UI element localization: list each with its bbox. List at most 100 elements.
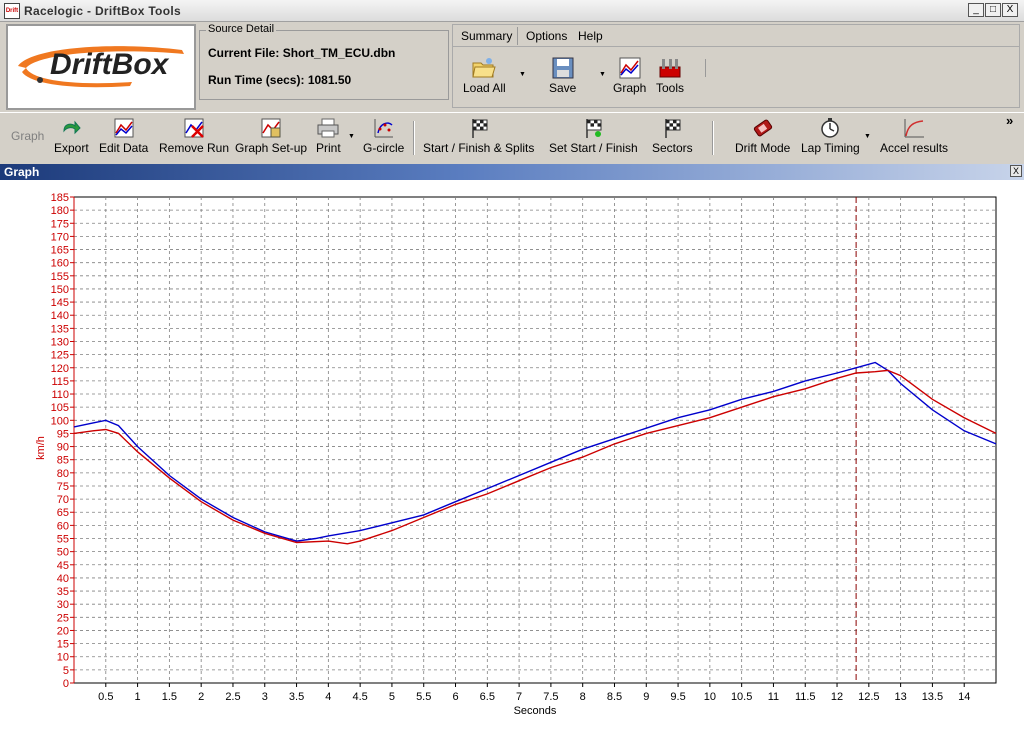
y-tick-label: 30 — [57, 599, 69, 611]
source-detail-group: Source Detail Current File: Short_TM_ECU… — [199, 23, 449, 100]
drift-car-icon — [753, 119, 772, 137]
y-tick-label: 170 — [51, 231, 69, 243]
lap-timing-button[interactable]: Lap Timing — [801, 117, 860, 155]
run-time-row: Run Time (secs): 1081.50 — [208, 73, 351, 87]
floppy-icon — [552, 57, 574, 79]
menu-bar: Summary Options Help — [453, 25, 1019, 47]
graph-icon — [619, 57, 641, 79]
y-tick-label: 65 — [57, 507, 69, 519]
y-tick-label: 0 — [63, 678, 69, 690]
g-circle-button[interactable]: G-circle — [363, 117, 404, 155]
y-tick-label: 70 — [57, 494, 69, 506]
y-tick-label: 35 — [57, 586, 69, 598]
x-tick-label: 8 — [580, 691, 586, 703]
y-tick-label: 145 — [51, 297, 69, 309]
y-tick-label: 15 — [57, 639, 69, 651]
y-tick-label: 45 — [57, 560, 69, 572]
x-tick-label: 9 — [643, 691, 649, 703]
save-dropdown-icon[interactable]: ▼ — [599, 71, 606, 78]
y-tick-label: 160 — [51, 258, 69, 270]
y-tick-label: 20 — [57, 625, 69, 637]
tools-icon — [659, 59, 681, 78]
checkered-flag-icon — [471, 119, 488, 138]
current-file-value: Short_TM_ECU.dbn — [282, 46, 396, 60]
y-tick-label: 100 — [51, 415, 69, 427]
y-tick-label: 105 — [51, 402, 69, 414]
x-tick-label: 13.5 — [922, 691, 943, 703]
x-tick-label: 2.5 — [225, 691, 240, 703]
drift-mode-label: Drift Mode — [735, 141, 791, 155]
x-tick-label: 8.5 — [607, 691, 622, 703]
start-finish-splits-button[interactable]: Start / Finish & Splits — [423, 117, 534, 155]
graph-toolbar: Graph Export Edit Data Remove Run Graph … — [0, 112, 1024, 162]
source-detail-legend: Source Detail — [206, 23, 277, 35]
y-tick-label: 55 — [57, 534, 69, 546]
print-dropdown-icon[interactable]: ▼ — [348, 133, 355, 140]
toolbar-group-label: Graph — [11, 129, 45, 143]
load-all-label: Load All — [463, 81, 506, 95]
stopwatch-icon — [821, 118, 840, 138]
graph-panel-header: Graph X — [0, 164, 1024, 180]
y-tick-label: 185 — [51, 192, 69, 204]
x-tick-label: 0.5 — [98, 691, 113, 703]
checkered-flag-icon — [665, 119, 681, 138]
g-circle-label: G-circle — [363, 141, 405, 155]
x-tick-label: 2 — [198, 691, 204, 703]
x-tick-label: 7 — [516, 691, 522, 703]
y-tick-label: 40 — [57, 573, 69, 585]
graph-panel-close-button[interactable]: X — [1010, 165, 1022, 177]
load-all-dropdown-icon[interactable]: ▼ — [519, 71, 526, 78]
remove-run-button[interactable]: Remove Run — [159, 117, 229, 155]
menu-help[interactable]: Help — [578, 29, 603, 43]
x-tick-label: 4 — [325, 691, 331, 703]
edit-data-icon — [114, 118, 134, 138]
edit-data-button[interactable]: Edit Data — [99, 117, 148, 155]
export-label: Export — [54, 141, 89, 155]
y-tick-label: 80 — [57, 468, 69, 480]
y-tick-label: 90 — [57, 442, 69, 454]
minimize-button[interactable]: _ — [968, 3, 984, 17]
print-button[interactable]: Print — [316, 117, 341, 155]
menu-summary[interactable]: Summary — [461, 29, 512, 43]
tools-button[interactable]: Tools — [656, 55, 684, 95]
y-tick-label: 125 — [51, 350, 69, 362]
folder-icon — [472, 58, 497, 78]
x-tick-label: 10 — [704, 691, 716, 703]
run-time-value: 1081.50 — [307, 73, 352, 87]
x-tick-label: 5 — [389, 691, 395, 703]
accel-results-button[interactable]: Accel results — [880, 117, 948, 155]
edit-data-label: Edit Data — [99, 141, 149, 155]
speed-chart[interactable]: 0510152025303540455055606570758085909510… — [0, 180, 1024, 730]
export-button[interactable]: Export — [54, 117, 89, 155]
graph-setup-icon — [261, 118, 281, 138]
close-button[interactable]: X — [1002, 3, 1018, 17]
graph-button[interactable]: Graph — [613, 55, 646, 95]
graph-setup-label: Graph Set-up — [235, 141, 308, 155]
graph-setup-button[interactable]: Graph Set-up — [235, 117, 307, 155]
graph-label: Graph — [613, 81, 647, 95]
maximize-button[interactable]: □ — [985, 3, 1001, 17]
sectors-button[interactable]: Sectors — [652, 117, 693, 155]
toolbar-overflow-button[interactable]: » — [1006, 113, 1013, 128]
lap-timing-dropdown-icon[interactable]: ▼ — [864, 133, 871, 140]
x-tick-label: 9.5 — [670, 691, 685, 703]
menu-options[interactable]: Options — [526, 29, 567, 43]
menu-panel: Summary Options Help Load All ▼ Save ▼ G… — [452, 24, 1020, 108]
printer-icon — [317, 118, 339, 138]
remove-run-icon — [184, 118, 204, 138]
remove-run-label: Remove Run — [159, 141, 230, 155]
save-button[interactable]: Save — [549, 55, 576, 95]
set-start-finish-button[interactable]: Set Start / Finish — [549, 117, 638, 155]
x-tick-label: 14 — [958, 691, 970, 703]
sectors-label: Sectors — [652, 141, 693, 155]
x-axis-label: Seconds — [514, 705, 557, 717]
set-start-finish-label: Set Start / Finish — [549, 141, 638, 155]
x-tick-label: 12 — [831, 691, 843, 703]
load-all-button[interactable]: Load All — [463, 55, 506, 95]
x-tick-label: 4.5 — [352, 691, 367, 703]
accel-results-label: Accel results — [880, 141, 949, 155]
y-tick-label: 155 — [51, 271, 69, 283]
x-tick-label: 13 — [894, 691, 906, 703]
toolbar-separator — [712, 121, 714, 155]
drift-mode-button[interactable]: Drift Mode — [735, 117, 790, 155]
